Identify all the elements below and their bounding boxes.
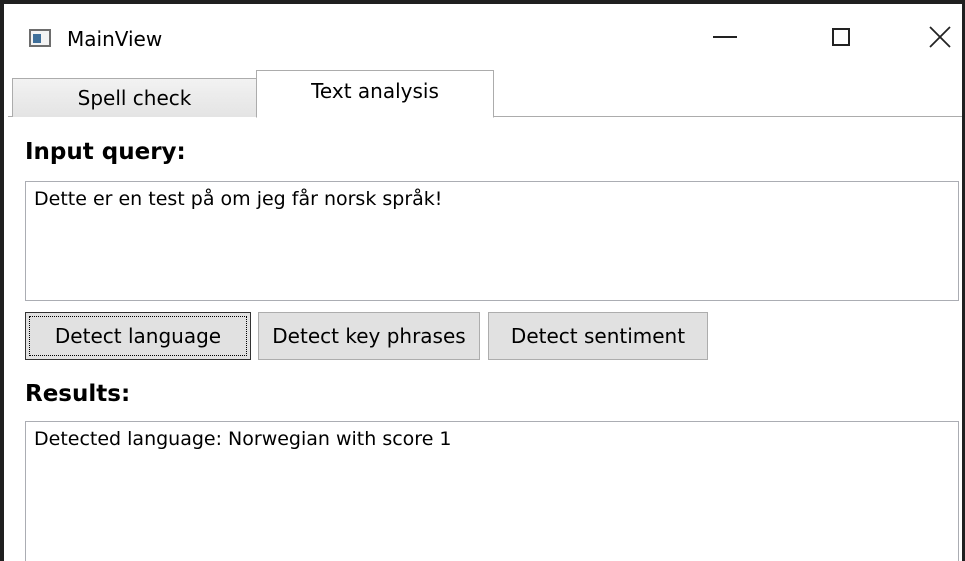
text-analysis-panel: Input query: Dette er en test på om jeg … xyxy=(4,118,962,561)
tab-label: Text analysis xyxy=(311,79,439,103)
input-query-textbox[interactable]: Dette er en test på om jeg får norsk spr… xyxy=(25,181,959,301)
detect-key-phrases-button[interactable]: Detect key phrases xyxy=(258,312,480,360)
title-bar[interactable]: MainView xyxy=(4,4,962,70)
app-window-icon xyxy=(29,29,51,47)
main-window: MainView Spell check Text analysis Input… xyxy=(0,0,965,561)
minimize-button[interactable] xyxy=(694,4,756,70)
input-query-heading: Input query: xyxy=(25,139,186,165)
window-title: MainView xyxy=(67,27,163,51)
tab-strip: Spell check Text analysis xyxy=(4,70,962,118)
results-textbox[interactable]: Detected language: Norwegian with score … xyxy=(25,421,959,561)
close-button[interactable] xyxy=(909,4,962,70)
close-icon xyxy=(929,26,951,48)
detect-language-button[interactable]: Detect language xyxy=(25,312,251,360)
detect-sentiment-button[interactable]: Detect sentiment xyxy=(488,312,708,360)
maximize-icon xyxy=(832,28,850,46)
tab-spell-check[interactable]: Spell check xyxy=(12,78,257,117)
maximize-button[interactable] xyxy=(810,4,872,70)
results-heading: Results: xyxy=(25,381,131,407)
tab-label: Spell check xyxy=(77,86,192,110)
minimize-icon xyxy=(713,36,737,38)
tab-text-analysis[interactable]: Text analysis xyxy=(256,70,494,118)
